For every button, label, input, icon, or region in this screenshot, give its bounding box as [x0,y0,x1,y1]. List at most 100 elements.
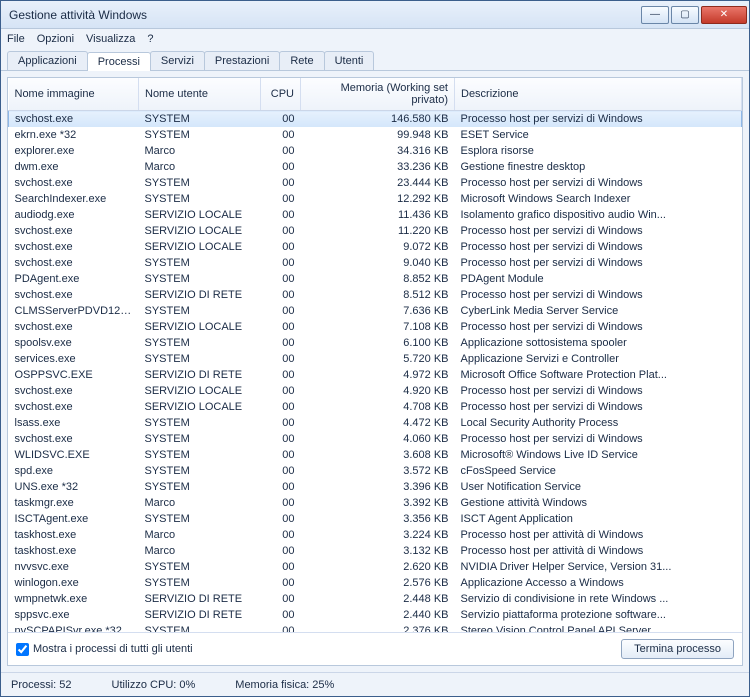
cell-user: SERVIZIO LOCALE [139,383,261,399]
col-cpu[interactable]: CPU [261,78,301,111]
cell-cpu: 00 [261,575,301,591]
cell-name: audiodg.exe [9,207,139,223]
menu-options[interactable]: Opzioni [37,33,74,45]
tab-users[interactable]: Utenti [324,51,375,70]
cell-name: nvSCPAPISvr.exe *32 [9,623,139,633]
table-row[interactable]: svchost.exeSERVIZIO LOCALE007.108 KBProc… [9,319,742,335]
table-row[interactable]: nvvsvc.exeSYSTEM002.620 KBNVIDIA Driver … [9,559,742,575]
maximize-button[interactable]: ▢ [671,6,699,24]
table-row[interactable]: svchost.exeSERVIZIO LOCALE009.072 KBProc… [9,239,742,255]
cell-user: SYSTEM [139,303,261,319]
table-row[interactable]: taskmgr.exeMarco003.392 KBGestione attiv… [9,495,742,511]
cell-cpu: 00 [261,335,301,351]
task-manager-window: Gestione attività Windows — ▢ ✕ File Opz… [0,0,750,697]
col-description[interactable]: Descrizione [455,78,742,111]
cell-cpu: 00 [261,287,301,303]
cell-name: svchost.exe [9,319,139,335]
cell-cpu: 00 [261,479,301,495]
table-row[interactable]: svchost.exeSERVIZIO LOCALE004.920 KBProc… [9,383,742,399]
table-row[interactable]: taskhost.exeMarco003.132 KBProcesso host… [9,543,742,559]
table-row[interactable]: svchost.exeSERVIZIO DI RETE008.512 KBPro… [9,287,742,303]
table-row[interactable]: svchost.exeSERVIZIO LOCALE004.708 KBProc… [9,399,742,415]
content-panel: Nome immagine Nome utente CPU Memoria (W… [7,77,743,666]
table-row[interactable]: UNS.exe *32SYSTEM003.396 KBUser Notifica… [9,479,742,495]
table-row[interactable]: nvSCPAPISvr.exe *32SYSTEM002.376 KBStere… [9,623,742,633]
cell-user: Marco [139,495,261,511]
col-user-name[interactable]: Nome utente [139,78,261,111]
cell-desc: Processo host per attività di Windows [455,527,742,543]
table-row[interactable]: svchost.exeSYSTEM00146.580 KBProcesso ho… [9,111,742,127]
cell-mem: 4.708 KB [301,399,455,415]
menu-view[interactable]: Visualizza [86,33,135,45]
cell-desc: Stereo Vision Control Panel API Server [455,623,742,633]
cell-desc: Processo host per servizi di Windows [455,383,742,399]
menu-help[interactable]: ? [147,33,153,45]
cell-desc: Isolamento grafico dispositivo audio Win… [455,207,742,223]
close-button[interactable]: ✕ [701,6,747,24]
table-row[interactable]: spd.exeSYSTEM003.572 KBcFosSpeed Service [9,463,742,479]
cell-desc: cFosSpeed Service [455,463,742,479]
cell-desc: Gestione attività Windows [455,495,742,511]
cell-name: svchost.exe [9,223,139,239]
table-row[interactable]: taskhost.exeMarco003.224 KBProcesso host… [9,527,742,543]
cell-mem: 9.040 KB [301,255,455,271]
cell-cpu: 00 [261,495,301,511]
show-all-users-checkbox[interactable] [16,643,29,656]
col-memory[interactable]: Memoria (Working set privato) [301,78,455,111]
table-row[interactable]: wmpnetwk.exeSERVIZIO DI RETE002.448 KBSe… [9,591,742,607]
table-row[interactable]: sppsvc.exeSERVIZIO DI RETE002.440 KBServ… [9,607,742,623]
cell-mem: 34.316 KB [301,143,455,159]
cell-mem: 3.608 KB [301,447,455,463]
cell-name: ekrn.exe *32 [9,127,139,143]
cell-desc: ESET Service [455,127,742,143]
tab-services[interactable]: Servizi [150,51,205,70]
cell-mem: 11.220 KB [301,223,455,239]
table-row[interactable]: audiodg.exeSERVIZIO LOCALE0011.436 KBIso… [9,207,742,223]
table-row[interactable]: svchost.exeSYSTEM009.040 KBProcesso host… [9,255,742,271]
col-image-name[interactable]: Nome immagine [9,78,139,111]
cell-name: CLMSServerPDVD12.exe *32 [9,303,139,319]
tab-performance[interactable]: Prestazioni [204,51,280,70]
table-row[interactable]: svchost.exeSYSTEM0023.444 KBProcesso hos… [9,175,742,191]
cell-name: taskmgr.exe [9,495,139,511]
cell-cpu: 00 [261,591,301,607]
tab-processes[interactable]: Processi [87,52,151,71]
table-row[interactable]: ekrn.exe *32SYSTEM0099.948 KBESET Servic… [9,127,742,143]
minimize-button[interactable]: — [641,6,669,24]
table-row[interactable]: explorer.exeMarco0034.316 KBEsplora riso… [9,143,742,159]
process-table: Nome immagine Nome utente CPU Memoria (W… [8,78,742,632]
cell-mem: 2.576 KB [301,575,455,591]
table-row[interactable]: winlogon.exeSYSTEM002.576 KBApplicazione… [9,575,742,591]
cell-name: OSPPSVC.EXE [9,367,139,383]
cell-user: SERVIZIO DI RETE [139,591,261,607]
tab-applications[interactable]: Applicazioni [7,51,88,70]
show-all-users-line[interactable]: Mostra i processi di tutti gli utenti [16,643,193,656]
cell-mem: 3.356 KB [301,511,455,527]
cell-name: dwm.exe [9,159,139,175]
table-row[interactable]: OSPPSVC.EXESERVIZIO DI RETE004.972 KBMic… [9,367,742,383]
cell-mem: 3.224 KB [301,527,455,543]
cell-name: svchost.exe [9,431,139,447]
table-row[interactable]: WLIDSVC.EXESYSTEM003.608 KBMicrosoft® Wi… [9,447,742,463]
table-row[interactable]: SearchIndexer.exeSYSTEM0012.292 KBMicros… [9,191,742,207]
table-row[interactable]: spoolsv.exeSYSTEM006.100 KBApplicazione … [9,335,742,351]
cell-user: SYSTEM [139,271,261,287]
table-row[interactable]: dwm.exeMarco0033.236 KBGestione finestre… [9,159,742,175]
menu-file[interactable]: File [7,33,25,45]
table-row[interactable]: svchost.exeSYSTEM004.060 KBProcesso host… [9,431,742,447]
end-process-button[interactable]: Termina processo [621,639,734,659]
cell-mem: 2.440 KB [301,607,455,623]
cell-mem: 11.436 KB [301,207,455,223]
tab-network[interactable]: Rete [279,51,324,70]
table-row[interactable]: PDAgent.exeSYSTEM008.852 KBPDAgent Modul… [9,271,742,287]
titlebar[interactable]: Gestione attività Windows — ▢ ✕ [1,1,749,29]
table-row[interactable]: svchost.exeSERVIZIO LOCALE0011.220 KBPro… [9,223,742,239]
table-row[interactable]: lsass.exeSYSTEM004.472 KBLocal Security … [9,415,742,431]
process-list[interactable]: Nome immagine Nome utente CPU Memoria (W… [8,78,742,632]
table-row[interactable]: ISCTAgent.exeSYSTEM003.356 KBISCT Agent … [9,511,742,527]
table-row[interactable]: services.exeSYSTEM005.720 KBApplicazione… [9,351,742,367]
cell-user: SYSTEM [139,623,261,633]
table-row[interactable]: CLMSServerPDVD12.exe *32SYSTEM007.636 KB… [9,303,742,319]
cell-mem: 12.292 KB [301,191,455,207]
cell-name: lsass.exe [9,415,139,431]
